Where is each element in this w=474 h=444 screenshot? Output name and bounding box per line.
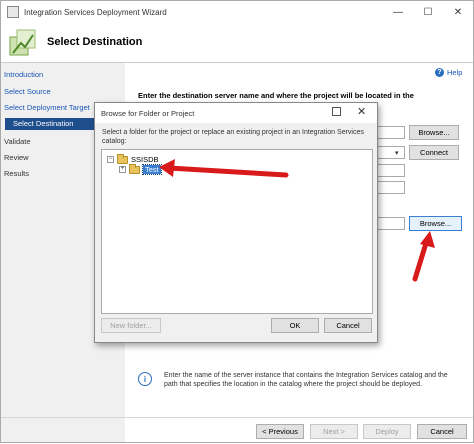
authentication-dropdown[interactable]: [377, 146, 405, 159]
dialog-description: Select a folder for the project or repla…: [102, 129, 364, 145]
title-bar: Integration Services Deployment Wizard —…: [1, 1, 473, 23]
dialog-cancel-button[interactable]: Cancel: [324, 318, 372, 333]
browse-folder-dialog: Browse for Folder or Project ✕ Select a …: [94, 102, 378, 343]
help-label: Help: [447, 68, 463, 77]
tree-node-test[interactable]: + Test: [119, 163, 162, 175]
maximize-button[interactable]: ☐: [413, 1, 443, 23]
server-name-input[interactable]: [377, 126, 405, 139]
folder-icon: [129, 163, 140, 174]
connect-button[interactable]: Connect: [409, 145, 459, 160]
chevron-down-icon: ▾: [395, 150, 399, 157]
expand-icon[interactable]: +: [119, 166, 126, 173]
browse-path-button[interactable]: Browse...: [409, 216, 462, 231]
collapse-icon[interactable]: −: [107, 156, 114, 163]
wizard-header: Select Destination: [1, 23, 473, 63]
instruction-text: Enter the destination server name and wh…: [138, 91, 414, 100]
folder-icon: [117, 153, 128, 164]
password-input[interactable]: [377, 181, 405, 194]
close-button[interactable]: ✕: [443, 1, 473, 23]
app-icon: [7, 6, 19, 18]
nav-item-results: Results: [4, 169, 30, 178]
wizard-window: Integration Services Deployment Wizard —…: [0, 0, 474, 443]
nav-item-validate: Validate: [4, 137, 31, 146]
help-icon: ?: [435, 68, 444, 77]
info-text: Enter the name of the server instance th…: [164, 372, 448, 388]
tree-node-label: Test: [142, 164, 162, 175]
previous-button[interactable]: < Previous: [256, 424, 304, 439]
new-folder-button[interactable]: New folder...: [101, 318, 161, 333]
folder-tree[interactable]: − SSISDB + Test: [101, 149, 373, 314]
info-panel: i Enter the name of the server instance …: [138, 369, 448, 393]
deploy-button[interactable]: Deploy: [363, 424, 411, 439]
nav-item-review: Review: [4, 153, 29, 162]
wizard-logo-icon: [9, 29, 36, 56]
info-icon: i: [138, 372, 152, 386]
footer-divider: [1, 417, 473, 418]
page-title: Select Destination: [47, 36, 143, 48]
nav-item-select-deployment-target[interactable]: Select Deployment Target: [4, 103, 90, 112]
dialog-maximize-icon[interactable]: [332, 107, 341, 116]
dialog-close-icon[interactable]: ✕: [357, 105, 366, 118]
help-link[interactable]: ? Help: [435, 68, 462, 77]
nav-item-introduction[interactable]: Introduction: [4, 70, 43, 79]
nav-item-select-source[interactable]: Select Source: [4, 87, 51, 96]
browse-server-button[interactable]: Browse...: [409, 125, 459, 140]
path-input[interactable]: [377, 217, 405, 230]
window-title: Integration Services Deployment Wizard: [24, 7, 167, 17]
window-controls: — ☐ ✕: [383, 1, 473, 23]
cancel-button[interactable]: Cancel: [417, 424, 467, 439]
login-input[interactable]: [377, 164, 405, 177]
ok-button[interactable]: OK: [271, 318, 319, 333]
minimize-button[interactable]: —: [383, 1, 413, 23]
next-button[interactable]: Next >: [310, 424, 358, 439]
